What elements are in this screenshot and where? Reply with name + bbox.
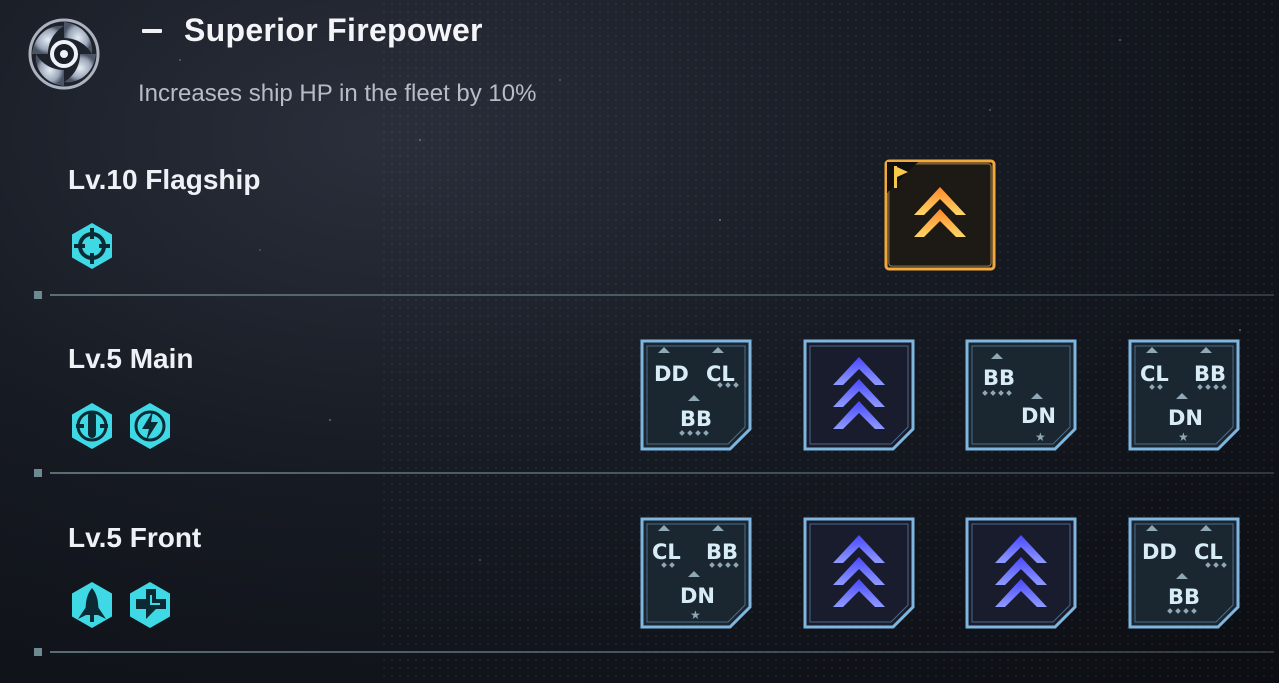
chevron-slot[interactable] [803,517,915,629]
svg-text:★: ★ [690,608,701,622]
ship-class-label: CL [652,540,681,564]
ship-class-label: BB [983,366,1015,390]
ship-class-label: DN [1168,406,1203,430]
ship-class-label: DD [654,362,689,386]
ship-class-label: BB [680,407,712,431]
chevron-slot[interactable] [965,517,1077,629]
chevron-slot[interactable] [803,339,915,451]
ship-slot[interactable]: CL BB DN ★ [640,517,752,629]
row-divider [34,469,1274,477]
row-label-main: Lv.5 Main [68,343,194,374]
ship-class-label: DD [1142,540,1177,564]
ship-slot[interactable]: CL BB DN ★ [1128,339,1240,451]
ship-class-label: DN [680,584,715,608]
ability-title: Superior Firepower [184,12,483,48]
ship-class-label: DN [1021,404,1056,428]
ship-class-label: CL [1140,362,1169,386]
svg-text:★: ★ [1178,430,1189,444]
ship-class-label: BB [1194,362,1226,386]
flagship-slot[interactable] [884,159,996,271]
ship-slot[interactable]: DD CL BB [640,339,752,451]
ability-description: Increases ship HP in the fleet by 10% [138,80,537,107]
missile-icon [72,403,112,449]
row-divider [34,648,1274,656]
collapse-dash-icon[interactable] [142,28,162,33]
lightning-icon [130,403,170,449]
vortex-icon [24,14,104,94]
crosshair-icon [72,223,112,269]
ship-class-label: CL [706,362,735,386]
row-label-flagship: Lv.10 Flagship [68,164,261,195]
row-divider [34,291,1274,299]
plus-arrow-icon [130,582,170,628]
ship-slot[interactable]: BB DN ★ [965,339,1077,451]
ship-class-label: CL [1194,540,1223,564]
ability-title-row: Superior Firepower [142,12,483,49]
rocket-icon [72,582,112,628]
svg-text:★: ★ [1035,430,1046,444]
ship-slot[interactable]: DD CL BB [1128,517,1240,629]
row-label-front: Lv.5 Front [68,522,202,553]
ship-class-label: BB [1168,585,1200,609]
ship-class-label: BB [706,540,738,564]
